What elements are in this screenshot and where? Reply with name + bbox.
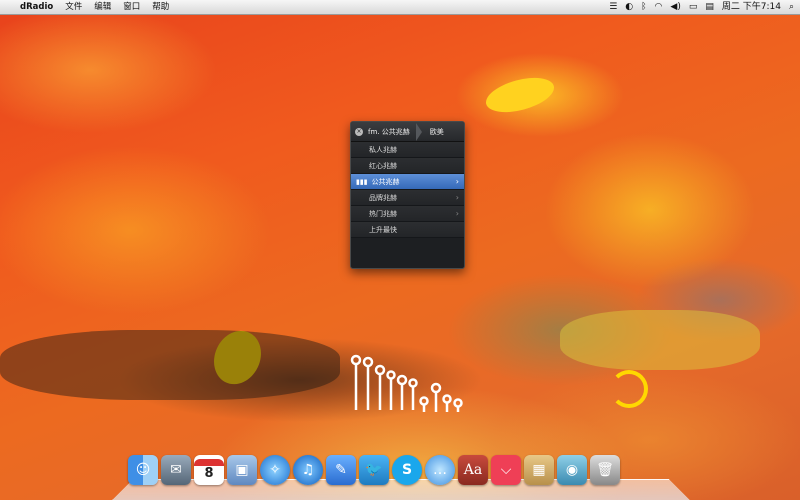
safari-icon[interactable]: ✧ (260, 455, 290, 485)
camera-icon[interactable]: ◉ (557, 455, 587, 485)
channel-row-label: 品牌兆赫 (369, 193, 397, 202)
chevron-right-icon: › (455, 177, 459, 186)
xcode-icon[interactable]: ✎ (326, 455, 356, 485)
menu-extras: ☰ ◐ ᛒ ◠ ◀) ▭ ▤ 周二 下午7:14 ⌕ (609, 0, 800, 14)
menu-help[interactable]: 帮助 (146, 0, 175, 14)
wifi-icon[interactable]: ◠ (655, 0, 663, 14)
mail-stamp-icon[interactable]: ✉ (161, 455, 191, 485)
channel-row[interactable]: 热门兆赫 › (351, 206, 464, 222)
bluetooth-icon[interactable]: ᛒ (641, 0, 646, 14)
breadcrumb-separator-icon (415, 122, 422, 141)
menu-app-name[interactable]: dRadio (14, 0, 59, 14)
sound-wave-logo-icon (350, 354, 463, 412)
channel-row[interactable]: 红心兆赫 (351, 158, 464, 174)
dock: ☺ ✉ 8 ▣ ✧ ♫ ✎ 🐦 S … Aa ⌵ ▦ ◉ 🗑 (112, 455, 690, 500)
channel-row-label: 私人兆赫 (369, 145, 397, 154)
menu-bar: dRadio 文件 编辑 窗口 帮助 ☰ ◐ ᛒ ◠ ◀) ▭ ▤ 周二 下午7… (0, 0, 800, 15)
channel-row-selected[interactable]: ▮▮▮ 公共兆赫 › (351, 174, 464, 190)
chevron-right-icon: › (455, 209, 459, 218)
channel-row-label: 公共兆赫 (371, 177, 400, 186)
menubar-clock[interactable]: 周二 下午7:14 (722, 0, 781, 14)
menu-window[interactable]: 窗口 (117, 0, 146, 14)
channel-row-label: 红心兆赫 (369, 161, 397, 170)
list-menu-icon[interactable]: ☰ (609, 0, 617, 14)
channel-row-label: 热门兆赫 (369, 209, 397, 218)
popup-header: × fm. 公共兆赫 欧美 (351, 122, 464, 142)
flag-icon[interactable]: ▤ (705, 0, 714, 14)
battery-icon[interactable]: ▭ (689, 0, 698, 14)
channel-row[interactable]: 上升最快 (351, 222, 464, 238)
twitter-bird-icon[interactable]: 🐦 (359, 455, 389, 485)
finder-icon[interactable]: ☺ (128, 455, 158, 485)
search-icon[interactable]: ⌕ (789, 0, 794, 14)
channel-row[interactable]: 私人兆赫 (351, 142, 464, 158)
messages-icon[interactable]: … (425, 455, 455, 485)
paint-splash (560, 310, 760, 370)
itunes-icon[interactable]: ♫ (293, 455, 323, 485)
paint-splash (610, 370, 648, 408)
preview-icon[interactable]: ▣ (227, 455, 257, 485)
calendar-icon[interactable]: 8 (194, 455, 224, 485)
channel-row-label: 上升最快 (369, 225, 397, 234)
radio-status-icon[interactable]: ◐ (625, 0, 633, 14)
paint-splash (482, 71, 558, 119)
dictionary-icon[interactable]: Aa (458, 455, 488, 485)
breadcrumb-genre[interactable]: 欧美 (430, 127, 444, 137)
package-icon[interactable]: ▦ (524, 455, 554, 485)
pocket-icon[interactable]: ⌵ (491, 455, 521, 485)
paint-splash (0, 330, 340, 400)
close-icon[interactable]: × (355, 127, 363, 136)
calendar-day: 8 (204, 466, 214, 481)
volume-icon[interactable]: ◀) (670, 0, 680, 14)
trash-icon[interactable]: 🗑 (590, 455, 620, 485)
equalizer-bars-icon: ▮▮▮ (356, 177, 368, 186)
radio-channel-popup: × fm. 公共兆赫 欧美 私人兆赫 红心兆赫 ▮▮▮ 公共兆赫 › 品牌兆赫 … (350, 121, 465, 269)
chevron-right-icon: › (455, 193, 459, 202)
channel-row[interactable]: 品牌兆赫 › (351, 190, 464, 206)
menu-edit[interactable]: 编辑 (88, 0, 117, 14)
breadcrumb-channel[interactable]: fm. 公共兆赫 (368, 127, 410, 137)
menu-file[interactable]: 文件 (59, 0, 88, 14)
dock-icons: ☺ ✉ 8 ▣ ✧ ♫ ✎ 🐦 S … Aa ⌵ ▦ ◉ 🗑 (128, 455, 620, 485)
skype-icon[interactable]: S (392, 455, 422, 485)
